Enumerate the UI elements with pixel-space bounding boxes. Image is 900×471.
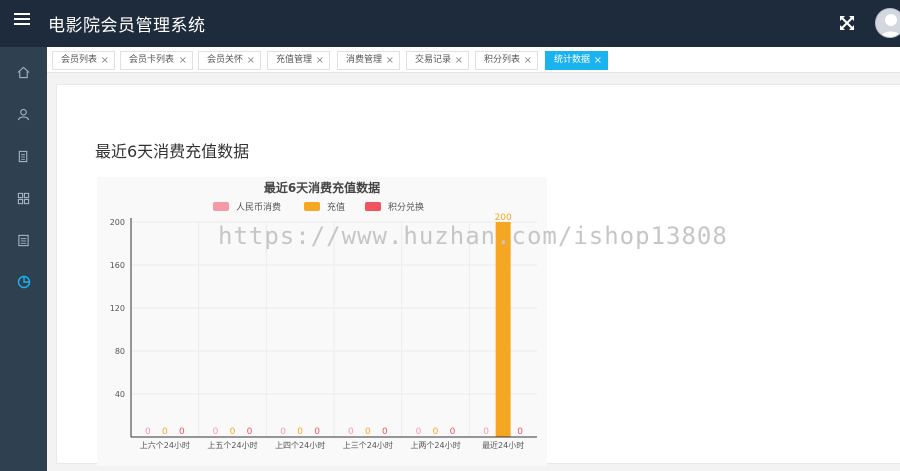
user-avatar-icon bbox=[880, 14, 900, 37]
tab-member-care[interactable]: 会员关怀 × bbox=[198, 51, 261, 70]
data-label: 0 bbox=[230, 427, 236, 437]
close-icon[interactable]: × bbox=[455, 52, 463, 69]
legend-label: 人民币消费 bbox=[236, 201, 281, 213]
menu-toggle-icon[interactable] bbox=[14, 13, 30, 29]
home-icon bbox=[17, 66, 30, 78]
sidebar-item-statistics[interactable] bbox=[0, 261, 47, 303]
legend-swatch bbox=[213, 202, 229, 211]
sidebar-item-grid[interactable] bbox=[0, 177, 47, 219]
legend-label: 积分兑换 bbox=[388, 201, 424, 213]
fullscreen-icon[interactable] bbox=[838, 14, 856, 32]
sidebar bbox=[0, 47, 47, 471]
data-label: 0 bbox=[416, 427, 422, 437]
tab-transaction-records[interactable]: 交易记录 × bbox=[406, 51, 469, 70]
legend-swatch bbox=[304, 202, 320, 211]
y-tick-label: 120 bbox=[110, 304, 125, 313]
data-label: 0 bbox=[365, 427, 371, 437]
tab-bar: 会员列表 × 会员卡列表 × 会员关怀 × 充值管理 × 消费管理 × 交易记录… bbox=[47, 47, 900, 73]
sidebar-item-user[interactable] bbox=[0, 93, 47, 135]
data-label: 0 bbox=[179, 427, 185, 437]
x-tick-label: 上三个24小时 bbox=[343, 440, 393, 450]
document-icon bbox=[18, 150, 28, 162]
user-icon bbox=[17, 108, 30, 120]
tab-label: 充值管理 bbox=[276, 55, 313, 65]
close-icon[interactable]: × bbox=[101, 52, 109, 69]
tab-label: 统计数据 bbox=[554, 55, 591, 65]
x-tick-label: 最近24小时 bbox=[482, 440, 524, 450]
tab-member-card-list[interactable]: 会员卡列表 × bbox=[120, 51, 193, 70]
data-label: 0 bbox=[450, 427, 456, 437]
x-tick-label: 上两个24小时 bbox=[410, 440, 460, 450]
data-label: 0 bbox=[382, 427, 388, 437]
avatar[interactable] bbox=[875, 8, 900, 38]
y-tick-label: 160 bbox=[110, 261, 125, 270]
close-icon[interactable]: × bbox=[594, 52, 602, 69]
close-icon[interactable]: × bbox=[247, 52, 255, 69]
data-label: 0 bbox=[314, 427, 320, 437]
data-label: 0 bbox=[213, 427, 219, 437]
sidebar-item-home[interactable] bbox=[0, 51, 47, 93]
tab-statistics[interactable]: 统计数据 × bbox=[545, 51, 608, 70]
y-tick-label: 200 bbox=[110, 218, 125, 227]
pie-chart-icon bbox=[17, 275, 30, 289]
tab-label: 会员列表 bbox=[61, 55, 98, 65]
chart-grid bbox=[131, 221, 537, 437]
bar-chart: 最近6天消费充值数据 人民币消费 充值 积分兑换 0 0 0 0 0 0 0 0 0 0 0 0 0 0 0 0 2… bbox=[110, 180, 537, 450]
page-title: 最近6天消费充值数据 bbox=[95, 142, 250, 161]
bar bbox=[495, 222, 511, 437]
data-label: 0 bbox=[247, 427, 253, 437]
data-label: 0 bbox=[162, 427, 168, 437]
tab-label: 会员关怀 bbox=[207, 55, 244, 65]
legend-swatch bbox=[365, 202, 381, 211]
sidebar-item-list[interactable] bbox=[0, 219, 47, 261]
x-tick-label: 上六个24小时 bbox=[140, 440, 190, 450]
y-tick-label: 40 bbox=[115, 390, 125, 399]
close-icon[interactable]: × bbox=[386, 52, 394, 69]
tab-label: 积分列表 bbox=[484, 55, 521, 65]
x-tick-label: 上五个24小时 bbox=[207, 440, 257, 450]
close-icon[interactable]: × bbox=[524, 52, 532, 69]
tab-label: 消费管理 bbox=[346, 55, 383, 65]
data-label: 0 bbox=[348, 427, 354, 437]
tab-consumption-management[interactable]: 消费管理 × bbox=[337, 51, 400, 70]
chart-axes: 40 80 120 160 200 上六个24小时 上五个24小时 上四个24小时 上三个24小… bbox=[110, 218, 537, 450]
chart-title: 最近6天消费充值数据 bbox=[264, 180, 380, 195]
data-label: 0 bbox=[433, 427, 439, 437]
x-tick-label: 上四个24小时 bbox=[275, 440, 325, 450]
grid-icon bbox=[17, 192, 30, 204]
data-label: 0 bbox=[483, 427, 489, 437]
tab-member-list[interactable]: 会员列表 × bbox=[52, 51, 115, 70]
tab-points-list[interactable]: 积分列表 × bbox=[475, 51, 538, 70]
app-title: 电影院会员管理系统 bbox=[48, 16, 206, 36]
close-icon[interactable]: × bbox=[316, 52, 324, 69]
content-panel: 最近6天消费充值数据 最近6天消费充值数据 人民币消费 充值 积分兑换 0 0 0 0 0 0… bbox=[56, 84, 900, 466]
close-icon[interactable]: × bbox=[179, 52, 187, 69]
main-content: 最近6天消费充值数据 最近6天消费充值数据 人民币消费 充值 积分兑换 0 0 0 0 0 0… bbox=[47, 74, 900, 471]
watermark-text: https://www.huzhan.com/ishop13808 bbox=[218, 222, 728, 250]
chart-container: 最近6天消费充值数据 人民币消费 充值 积分兑换 0 0 0 0 0 0 0 0 0 0 0 0 0 0 0 0 2… bbox=[97, 177, 547, 466]
y-tick-label: 80 bbox=[115, 347, 125, 356]
list-icon bbox=[18, 234, 29, 246]
data-label: 0 bbox=[280, 427, 286, 437]
top-navbar: 电影院会员管理系统 bbox=[0, 0, 900, 47]
data-label: 0 bbox=[517, 427, 523, 437]
legend-label: 充值 bbox=[327, 201, 345, 213]
chart-legend: 人民币消费 充值 积分兑换 bbox=[213, 201, 424, 213]
tab-label: 交易记录 bbox=[415, 55, 452, 65]
data-label: 0 bbox=[145, 427, 151, 437]
sidebar-item-document[interactable] bbox=[0, 135, 47, 177]
data-label: 0 bbox=[297, 427, 303, 437]
tab-label: 会员卡列表 bbox=[129, 55, 175, 65]
tab-recharge-management[interactable]: 充值管理 × bbox=[267, 51, 330, 70]
